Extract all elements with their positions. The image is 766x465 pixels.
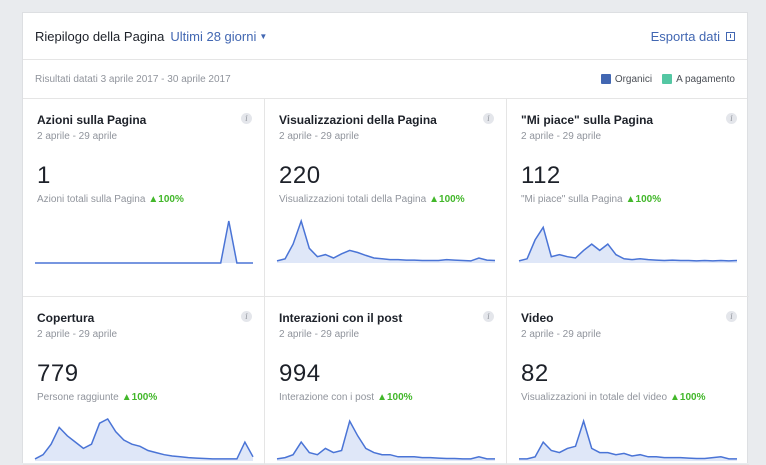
card-title: Visualizzazioni della Pagina [279, 113, 437, 127]
info-icon[interactable]: i [726, 311, 737, 322]
sparkline-line [518, 225, 738, 262]
sparkline-area [35, 221, 253, 263]
sparkline-area [35, 419, 253, 461]
card-caption: "Mi piace" sulla Pagina ▲100% [521, 194, 737, 205]
caption-text: Azioni totali sulla Pagina [37, 194, 146, 205]
card-date: 2 aprile - 29 aprile [521, 329, 602, 340]
card-value: 1 [37, 162, 51, 189]
card-date: 2 aprile - 29 aprile [279, 329, 360, 340]
sparkline-chart [35, 220, 253, 264]
info-icon[interactable]: i [483, 113, 494, 124]
card-value: 994 [279, 360, 321, 387]
caption-text: Interazione con i post [279, 392, 375, 403]
delta-badge: ▲100% [625, 194, 662, 205]
caption-text: Visualizzazioni in totale del video [521, 392, 668, 403]
card-value: 220 [279, 162, 321, 189]
summary-title: Riepilogo della Pagina [35, 28, 165, 44]
sparkline-area [519, 227, 737, 263]
card-date: 2 aprile - 29 aprile [521, 131, 602, 142]
legend: Organici A pagamento [591, 74, 735, 85]
card-title: Copertura [37, 311, 95, 325]
delta-badge: ▲100% [670, 392, 706, 403]
card-value: 112 [521, 162, 561, 189]
delta-badge: ▲100% [429, 194, 465, 205]
export-data-label: Esporta dati [650, 28, 720, 44]
metric-card-page-actions[interactable]: Azioni sulla Pagina 2 aprile - 29 aprile… [23, 99, 265, 297]
results-subheader: Risultati datati 3 aprile 2017 - 30 apri… [23, 60, 747, 99]
metric-card-page-views[interactable]: Visualizzazioni della Pagina 2 aprile - … [265, 99, 507, 297]
download-icon [726, 31, 735, 41]
metric-card-post-engagement[interactable]: Interazioni con il post 2 aprile - 29 ap… [265, 297, 507, 465]
caption-text: Visualizzazioni totali della Pagina [279, 194, 427, 205]
metric-card-page-likes[interactable]: "Mi piace" sulla Pagina 2 aprile - 29 ap… [507, 99, 749, 297]
summary-header: Riepilogo della Pagina Ultimi 28 giorni … [23, 13, 747, 60]
metrics-grid: Azioni sulla Pagina 2 aprile - 29 aprile… [23, 99, 749, 465]
legend-item-paid: A pagamento [662, 74, 735, 85]
sparkline-chart [519, 418, 737, 461]
sparkline-line [276, 419, 495, 460]
sparkline-chart [276, 218, 496, 263]
delta-badge: ▲100% [148, 194, 184, 205]
metric-card-video[interactable]: Video 2 aprile - 29 aprile i 82 Visualiz… [507, 297, 749, 465]
card-caption: Visualizzazioni totali della Pagina ▲100% [279, 194, 494, 205]
info-icon[interactable]: i [483, 311, 494, 322]
card-title: Azioni sulla Pagina [37, 113, 147, 127]
delta-badge: ▲100% [377, 392, 413, 403]
legend-label-paid: A pagamento [676, 73, 735, 85]
summary-header-left: Riepilogo della Pagina Ultimi 28 giorni … [35, 29, 267, 44]
sparkline-line [35, 220, 253, 264]
card-title: Video [521, 311, 554, 325]
card-value: 779 [37, 360, 79, 387]
info-icon[interactable]: i [241, 311, 252, 322]
sparkline-chart [34, 418, 254, 461]
card-date: 2 aprile - 29 aprile [37, 329, 118, 340]
card-date: 2 aprile - 29 aprile [279, 131, 360, 142]
caption-text: "Mi piace" sulla Pagina [521, 194, 623, 205]
page-summary-panel: Riepilogo della Pagina Ultimi 28 giorni … [22, 12, 749, 465]
sparkline-area [277, 221, 495, 263]
sparkline-chart [518, 225, 738, 263]
card-caption: Persone raggiunte ▲100% [37, 392, 252, 403]
card-date: 2 aprile - 29 aprile [37, 131, 118, 142]
info-icon[interactable]: i [726, 113, 737, 124]
caption-text: Persone raggiunte [37, 392, 119, 403]
card-title: "Mi piace" sulla Pagina [521, 113, 654, 127]
delta-badge: ▲100% [121, 392, 158, 403]
metric-card-reach[interactable]: Copertura 2 aprile - 29 aprile i 779 Per… [23, 297, 265, 465]
info-icon[interactable]: i [241, 113, 252, 124]
period-dropdown[interactable]: Ultimi 28 giorni [170, 29, 256, 44]
legend-swatch-paid [662, 74, 673, 84]
card-value: 82 [521, 360, 549, 387]
export-data-button[interactable]: Esporta dati [651, 29, 735, 44]
caret-down-icon[interactable]: ▼ [259, 32, 267, 41]
date-range-text: Risultati datati 3 aprile 2017 - 30 apri… [35, 73, 231, 85]
card-caption: Interazione con i post ▲100% [279, 392, 494, 403]
legend-item-organic: Organici [600, 73, 653, 85]
card-title: Interazioni con il post [279, 311, 403, 325]
sparkline-chart [276, 419, 495, 461]
card-caption: Azioni totali sulla Pagina ▲100% [37, 194, 252, 205]
legend-label-organic: Organici [614, 73, 653, 85]
legend-swatch-organic [600, 74, 611, 84]
card-caption: Visualizzazioni in totale del video ▲100% [521, 392, 737, 403]
